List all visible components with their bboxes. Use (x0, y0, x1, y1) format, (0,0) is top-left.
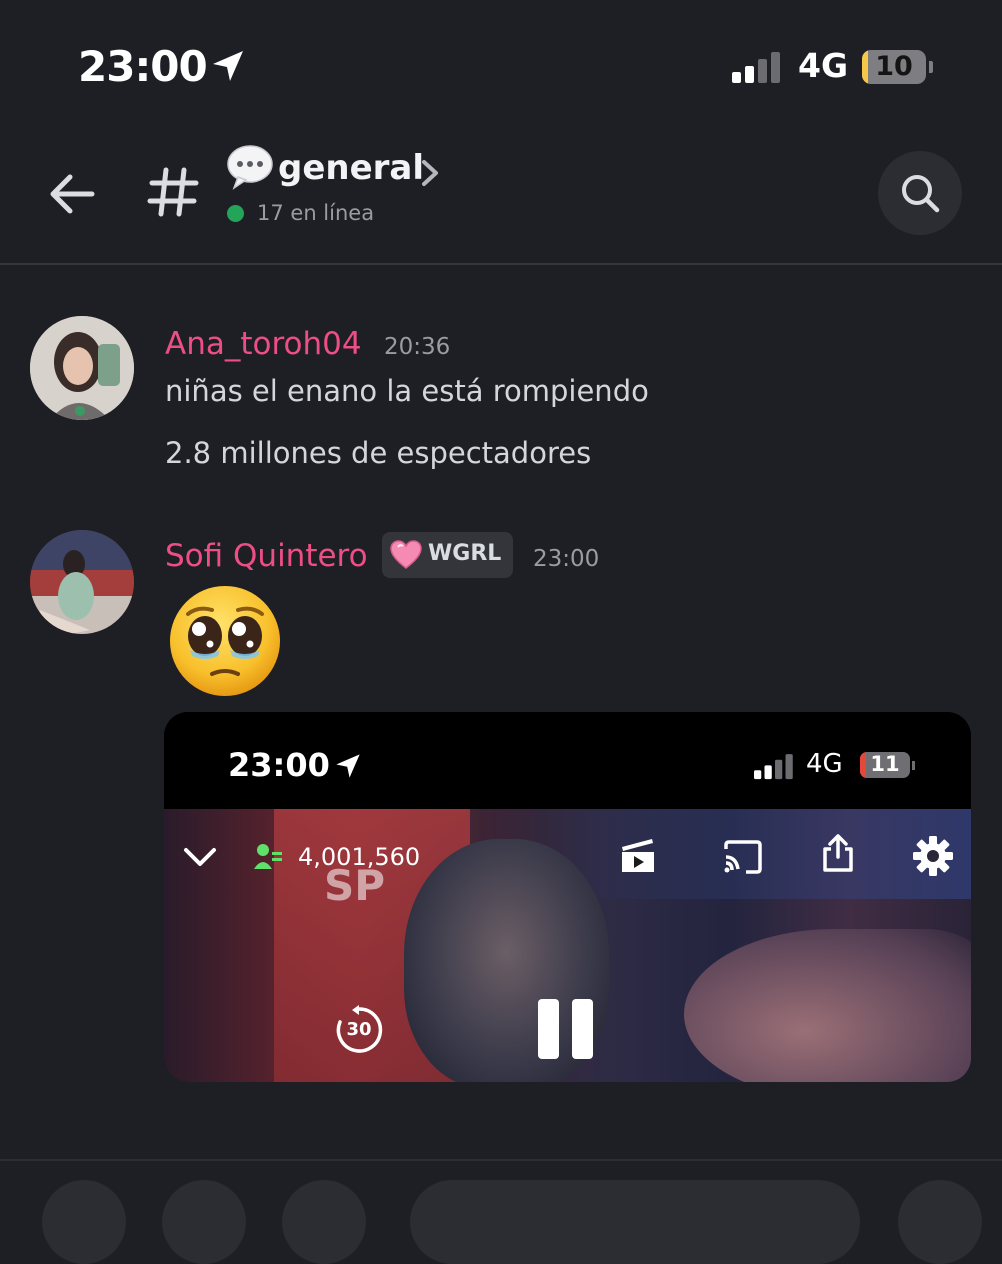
message-timestamp: 23:00 (533, 546, 600, 572)
cellular-signal-icon (754, 754, 793, 780)
channel-header: general 17 en línea (0, 130, 1002, 265)
channel-name[interactable]: general (278, 148, 424, 188)
battery-icon: 11 (860, 752, 910, 778)
online-count: 17 en línea (257, 201, 375, 225)
settings-gear-icon[interactable] (912, 835, 954, 877)
add-attachment-button[interactable] (42, 1180, 126, 1264)
chevron-down-icon[interactable] (182, 845, 218, 869)
battery-percent: 10 (875, 51, 913, 82)
message-timestamp: 20:36 (384, 334, 451, 360)
video-attachment[interactable]: 23:00 4G 11 SP 4,001,560 30 (164, 712, 971, 1082)
status-bar: 23:00 4G 10 (0, 0, 1002, 130)
battery-tip (929, 61, 933, 73)
voice-message-button[interactable] (898, 1180, 982, 1264)
message-text: niñas el enano la está rompiendo (165, 374, 649, 408)
battery-icon: 10 (862, 50, 926, 84)
search-icon (902, 175, 940, 213)
status-time: 23:00 (78, 42, 208, 91)
search-button[interactable] (878, 151, 962, 235)
channel-hash-icon (147, 167, 199, 217)
rewind-seconds: 30 (346, 1019, 372, 1040)
avatar-image (30, 530, 134, 634)
online-indicator (227, 205, 244, 222)
battery-tip (912, 761, 915, 770)
avatar[interactable] (30, 530, 134, 634)
location-arrow-icon (336, 754, 360, 778)
cellular-signal-icon (732, 52, 780, 83)
video-network-type: 4G (806, 749, 843, 779)
username[interactable]: Sofi Quintero (165, 538, 368, 574)
apps-button[interactable] (162, 1180, 246, 1264)
role-tag-label: WGRL (428, 541, 502, 566)
chevron-right-icon[interactable] (418, 158, 442, 188)
pink-heart-icon (390, 540, 422, 569)
location-arrow-icon (213, 51, 243, 81)
avatar-image (30, 316, 134, 420)
username[interactable]: Ana_toroh04 (165, 326, 362, 362)
message-text: 2.8 millones de espectadores (165, 436, 592, 470)
viewer-count: 4,001,560 (298, 843, 421, 871)
composer-divider (0, 1159, 1002, 1161)
share-icon[interactable] (820, 833, 856, 873)
video-arm (684, 929, 971, 1082)
role-tag[interactable]: WGRL (382, 532, 513, 578)
avatar[interactable] (30, 316, 134, 420)
message-input[interactable] (410, 1180, 860, 1264)
back-arrow-icon[interactable] (44, 166, 100, 222)
gift-button[interactable] (282, 1180, 366, 1264)
viewers-icon (254, 844, 282, 869)
video-battery-percent: 11 (870, 752, 900, 776)
rewind-button[interactable]: 30 (334, 1005, 384, 1055)
network-type: 4G (798, 46, 849, 85)
speech-balloon-icon (227, 145, 273, 190)
video-status-time: 23:00 (228, 746, 330, 784)
clips-icon[interactable] (618, 835, 658, 875)
pleading-face-emoji-icon (170, 586, 280, 696)
video-frame[interactable]: SP 4,001,560 30 (164, 809, 971, 1082)
video-status-bar: 23:00 4G 11 (164, 712, 971, 809)
pause-icon[interactable] (534, 997, 598, 1061)
cast-icon[interactable] (722, 839, 764, 875)
